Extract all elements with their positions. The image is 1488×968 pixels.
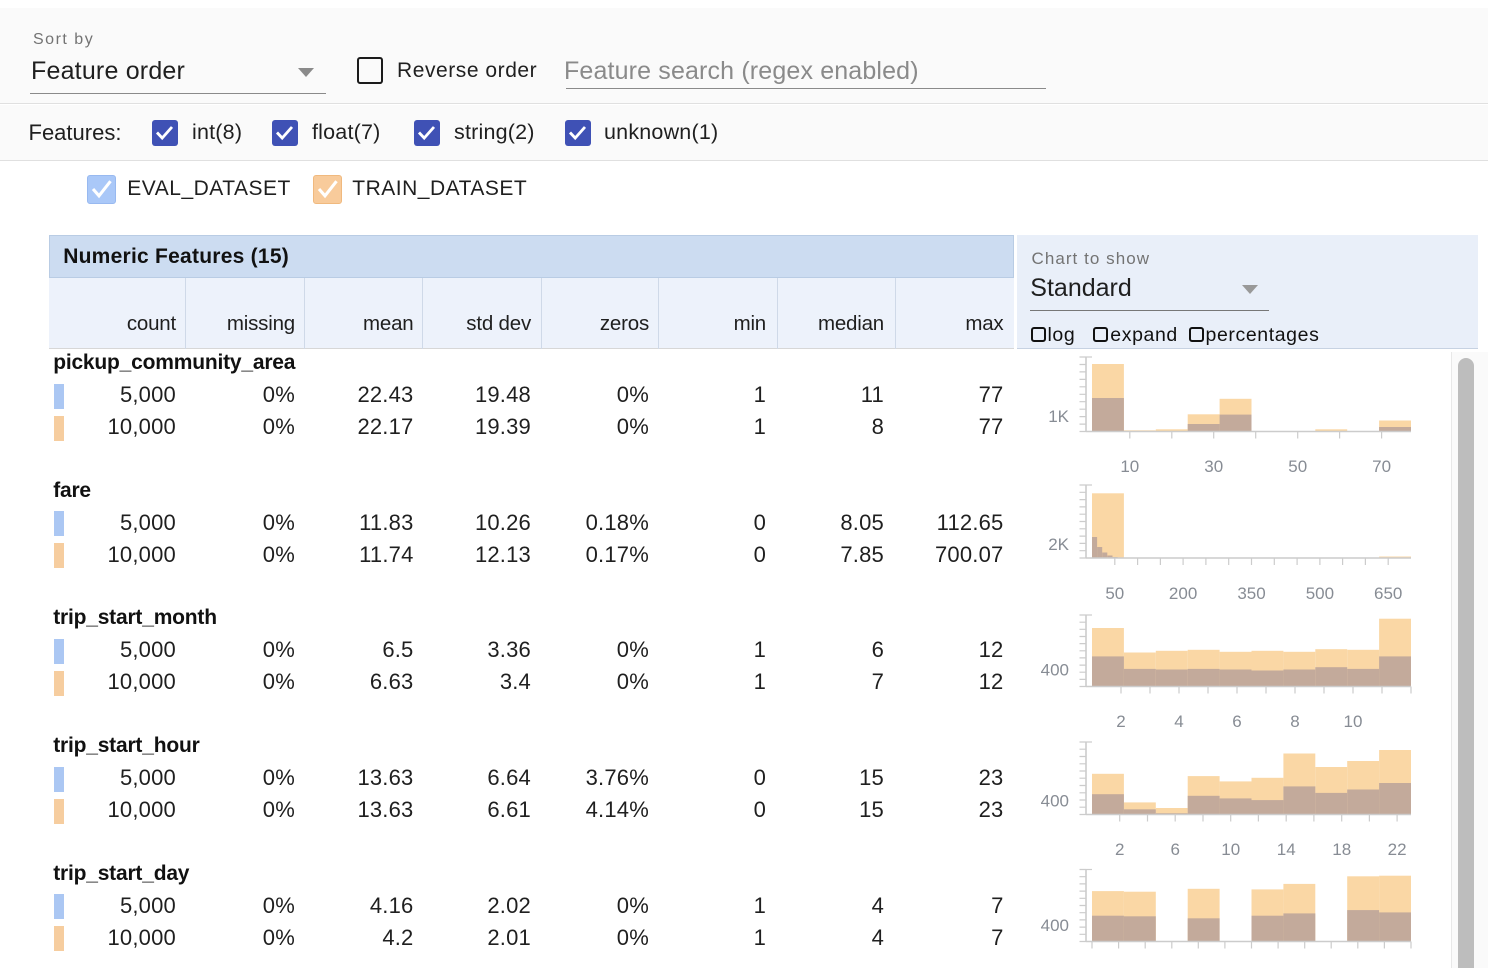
svg-text:400: 400 <box>1041 792 1069 811</box>
svg-text:50: 50 <box>1288 457 1307 476</box>
svg-text:10: 10 <box>1221 840 1240 859</box>
svg-text:8: 8 <box>1290 712 1299 731</box>
svg-text:50: 50 <box>1105 584 1124 603</box>
svg-text:650: 650 <box>1374 584 1402 603</box>
svg-text:1K: 1K <box>1048 407 1069 426</box>
svg-text:2: 2 <box>1115 840 1124 859</box>
svg-text:350: 350 <box>1237 584 1265 603</box>
svg-text:400: 400 <box>1041 916 1069 935</box>
svg-text:14: 14 <box>1277 840 1296 859</box>
svg-text:30: 30 <box>1204 457 1223 476</box>
svg-text:2: 2 <box>1116 712 1125 731</box>
svg-text:4: 4 <box>1174 712 1183 731</box>
svg-text:6: 6 <box>1232 712 1241 731</box>
svg-text:10: 10 <box>1344 712 1363 731</box>
svg-text:22: 22 <box>1388 840 1407 859</box>
svg-text:400: 400 <box>1041 661 1069 680</box>
svg-text:200: 200 <box>1169 584 1197 603</box>
svg-text:6: 6 <box>1170 840 1179 859</box>
svg-text:70: 70 <box>1372 457 1391 476</box>
svg-text:18: 18 <box>1332 840 1351 859</box>
svg-text:2K: 2K <box>1048 535 1069 554</box>
svg-text:500: 500 <box>1306 584 1334 603</box>
svg-text:10: 10 <box>1120 457 1139 476</box>
